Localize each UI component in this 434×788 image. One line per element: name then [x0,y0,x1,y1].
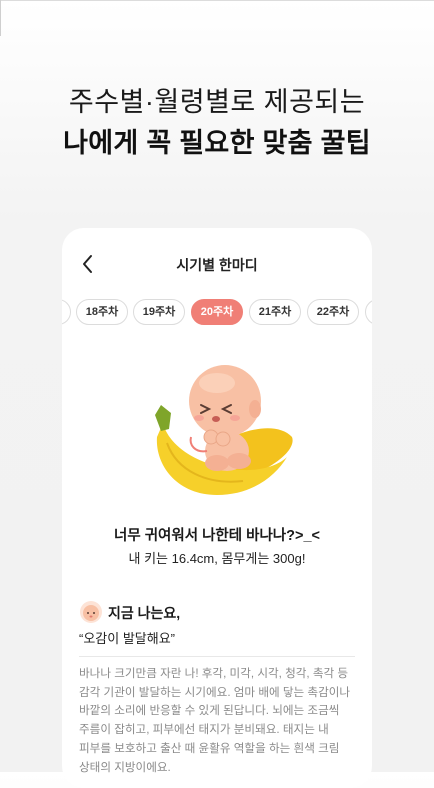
week-chip-partial-left[interactable] [62,299,71,325]
size-headline: 너무 귀여워서 나한테 바나나?>_< [113,528,321,544]
now-title: 지금 나는요, [108,605,181,621]
development-quote: “오감이 발달해요” [79,631,175,646]
week-selector: 18주차 19주차 20주차 21주차 22주차 [62,299,372,325]
status-divider [0,0,434,1]
promo-line-1: 주수별·월령별로 제공되는 [68,87,366,117]
card-title: 시기별 한마디 [176,257,258,273]
phone-card: 시기별 한마디 18주차 19주차 20주차 21주차 22주차 너무 귀여워서… [62,228,372,788]
week-chip-19[interactable]: 19주차 [133,299,185,325]
week-chip-20-selected[interactable]: 20주차 [191,299,243,325]
baby-face-icon [80,601,102,623]
promo-heading: 주수별·월령별로 제공되는 나에게 꼭 필요한 맞춤 꿀팁 [0,85,434,160]
week-chip-21[interactable]: 21주차 [249,299,301,325]
baby-on-banana-illustration [155,365,293,495]
size-subline: 내 키는 16.4cm, 몸무게는 300g! [128,551,306,566]
development-description: 바나나 크기만큼 자란 나! 후각, 미각, 시각, 청각, 촉각 등 감각 기… [79,667,351,774]
card-header: 시기별 한마디 [62,228,372,300]
week-chip-22[interactable]: 22주차 [307,299,359,325]
promo-line-2: 나에게 꼭 필요한 맞춤 꿀팁 [63,128,371,158]
left-edge-line [0,0,1,36]
week-chip-partial-right[interactable] [365,299,372,325]
week-chip-18[interactable]: 18주차 [76,299,128,325]
section-divider [79,656,355,657]
